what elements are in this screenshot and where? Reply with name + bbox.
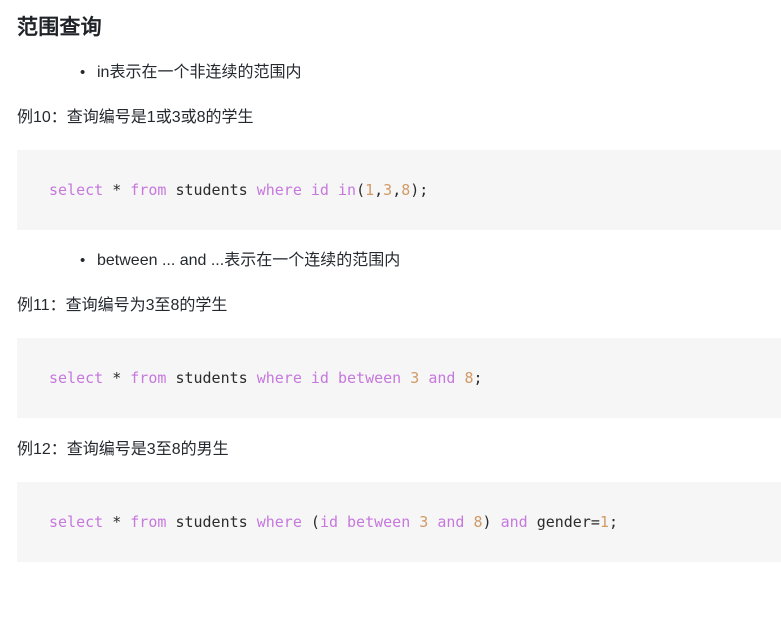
- code-token: where: [256, 181, 302, 199]
- list-item: in表示在一个非连续的范围内: [0, 60, 781, 86]
- code-token: in: [338, 181, 357, 199]
- code-token: 1: [365, 181, 375, 199]
- code-token: (: [356, 181, 366, 199]
- bullet-list-2: between ... and ...表示在一个连续的范围内: [0, 248, 781, 274]
- list-item: between ... and ...表示在一个连续的范围内: [0, 248, 781, 274]
- code-token: select: [49, 369, 104, 387]
- code-token: where: [256, 369, 302, 387]
- code-token: id: [310, 181, 329, 199]
- code-token: select: [49, 181, 104, 199]
- example-label-10: 例10：查询编号是1或3或8的学生: [17, 109, 254, 126]
- code-token: between: [347, 513, 411, 531]
- code-block-1: select * from students where id in(1,3,8…: [17, 150, 781, 230]
- code-token: students: [175, 513, 248, 531]
- code-token: =: [590, 513, 600, 531]
- code-token: 3: [383, 181, 393, 199]
- code-token: ;: [473, 369, 483, 387]
- code-token: id: [319, 513, 338, 531]
- code-token: *: [112, 369, 122, 387]
- code-token: 3: [410, 369, 420, 387]
- code-token: where: [256, 513, 302, 531]
- code-token: ,: [374, 181, 384, 199]
- code-token: and: [428, 369, 456, 387]
- code-token: from: [130, 181, 167, 199]
- code-token: 1: [599, 513, 609, 531]
- document-page: 范围查询 in表示在一个非连续的范围内 例10：查询编号是1或3或8的学生 se…: [0, 0, 781, 617]
- code-token: students: [175, 369, 248, 387]
- code-token: and: [500, 513, 528, 531]
- code-token: (: [310, 513, 320, 531]
- code-content-3[interactable]: select * from students where (id between…: [49, 512, 781, 532]
- code-token: );: [410, 181, 429, 199]
- code-token: ,: [392, 181, 402, 199]
- code-token: *: [112, 513, 122, 531]
- code-token: ;: [608, 513, 618, 531]
- code-token: between: [338, 369, 402, 387]
- code-token: from: [130, 513, 167, 531]
- code-token: and: [437, 513, 465, 531]
- code-token: 3: [419, 513, 429, 531]
- code-token: ): [482, 513, 492, 531]
- code-block-2: select * from students where id between …: [17, 338, 781, 418]
- code-token: from: [130, 369, 167, 387]
- code-token: 8: [401, 181, 411, 199]
- code-block-3: select * from students where (id between…: [17, 482, 781, 562]
- code-content-1[interactable]: select * from students where id in(1,3,8…: [49, 180, 781, 200]
- code-token: students: [175, 181, 248, 199]
- bullet-list-1: in表示在一个非连续的范围内: [0, 60, 781, 86]
- code-token: id: [310, 369, 329, 387]
- code-token: 8: [473, 513, 483, 531]
- code-token: gender: [536, 513, 591, 531]
- example-label-11: 例11：查询编号为3至8的学生: [17, 297, 228, 314]
- code-token: select: [49, 513, 104, 531]
- code-content-2[interactable]: select * from students where id between …: [49, 368, 781, 388]
- code-token: *: [112, 181, 122, 199]
- example-label-12: 例12：查询编号是3至8的男生: [17, 441, 229, 458]
- page-title: 范围查询: [17, 16, 102, 39]
